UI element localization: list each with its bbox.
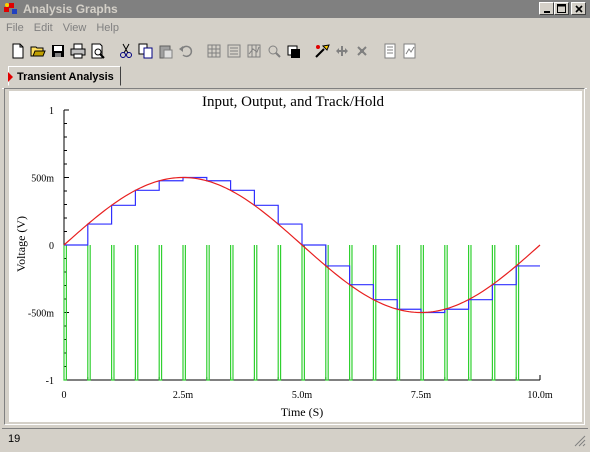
y-tick-label: -1 <box>46 376 54 387</box>
y-tick-label: 500m <box>31 174 54 185</box>
x-tick-label: 5.0m <box>292 390 313 401</box>
status-bar: 19 <box>2 428 588 449</box>
x-tick-label: 0 <box>62 390 67 401</box>
y-tick-label: 0 <box>49 241 54 252</box>
y-axis-label: Voltage (V) <box>14 216 28 272</box>
x-tick-label: 7.5m <box>411 390 432 401</box>
x-tick-label: 2.5m <box>173 390 194 401</box>
clock-pulse-series <box>63 245 520 381</box>
chart-title: Input, Output, and Track/Hold <box>202 94 385 110</box>
y-tick-label: 1 <box>49 106 54 117</box>
resize-grip-icon[interactable] <box>574 435 586 447</box>
chart-series <box>63 176 541 381</box>
status-text: 19 <box>8 433 21 445</box>
x-axis-label: Time (S) <box>281 405 324 419</box>
analysis-graphs-window: Analysis Graphs File Edit View Help Tran… <box>0 0 590 452</box>
transient-chart: Input, Output, and Track/Hold Voltage (V… <box>14 94 553 419</box>
chart-axes: 1 500m 0 -500m -1 0 2.5m 5.0m 7.5m 10.0m <box>28 106 553 401</box>
y-tick-label: -500m <box>28 309 54 320</box>
x-tick-label: 10.0m <box>527 390 553 401</box>
